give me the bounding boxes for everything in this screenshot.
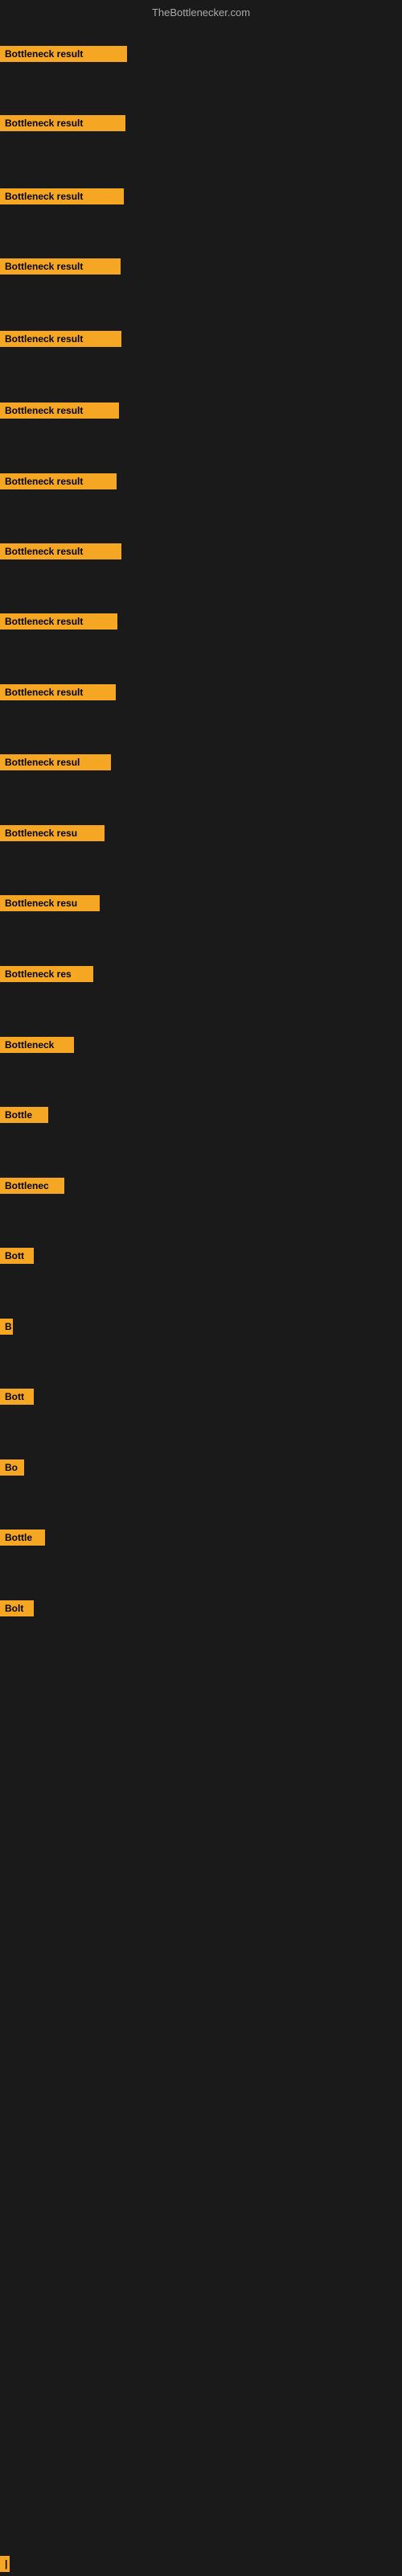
bottleneck-badge: Bottleneck result — [0, 543, 121, 559]
bottleneck-badge: Bottleneck result — [0, 473, 117, 489]
bottleneck-badge: | — [0, 2556, 10, 2572]
bottleneck-badge: Bottle — [0, 1530, 45, 1546]
bottleneck-badge: Bottle — [0, 1107, 48, 1123]
bottleneck-badge: Bottleneck result — [0, 115, 125, 131]
bottleneck-badge: Bottleneck resu — [0, 895, 100, 911]
bottleneck-badge: Bottleneck result — [0, 684, 116, 700]
bottleneck-badge: Bottleneck resul — [0, 754, 111, 770]
bottleneck-badge: Bottleneck result — [0, 46, 127, 62]
bottleneck-badge: Bottleneck result — [0, 613, 117, 630]
bottleneck-badge: Bottleneck res — [0, 966, 93, 982]
site-title: TheBottlenecker.com — [0, 6, 402, 19]
bottleneck-badge: Bottleneck result — [0, 402, 119, 419]
bottleneck-badge: B — [0, 1319, 13, 1335]
bottleneck-badge: Bott — [0, 1248, 34, 1264]
bottleneck-badge: Bott — [0, 1389, 34, 1405]
bottleneck-badge: Bottleneck resu — [0, 825, 105, 841]
bottleneck-badge: Bottleneck result — [0, 188, 124, 204]
bottleneck-badge: Bottleneck result — [0, 258, 121, 275]
bottleneck-badge: Bolt — [0, 1600, 34, 1616]
bottleneck-badge: Bottleneck result — [0, 331, 121, 347]
bottleneck-badge: Bottleneck — [0, 1037, 74, 1053]
bottleneck-badge: Bo — [0, 1459, 24, 1476]
bottleneck-badge: Bottlenec — [0, 1178, 64, 1194]
